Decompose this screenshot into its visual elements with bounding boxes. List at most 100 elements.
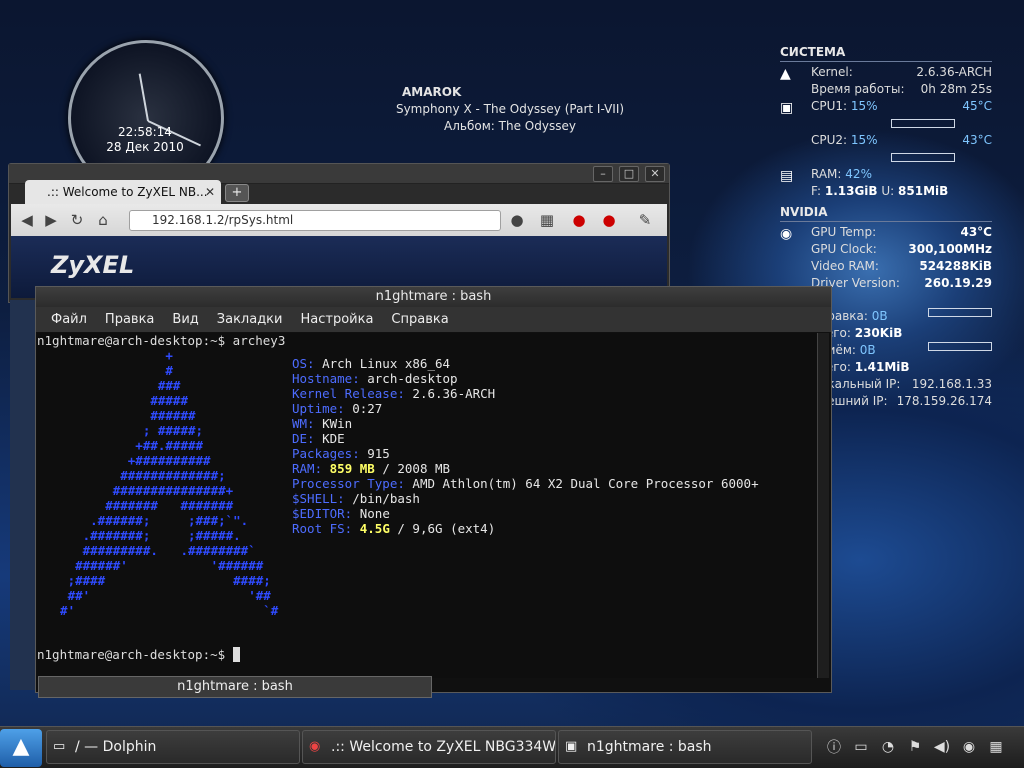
cpu1-temp: 45°C: [962, 99, 992, 113]
addon-icon[interactable]: ▦: [537, 210, 557, 230]
konsole-title: n1ghtmare : bash: [375, 289, 492, 304]
close-button[interactable]: ✕: [645, 166, 665, 182]
ascii-art-line: #: [45, 363, 173, 378]
block-icon[interactable]: ●: [599, 210, 619, 230]
archey-row: DE: KDE: [292, 431, 345, 446]
menu-view[interactable]: Вид: [163, 312, 207, 327]
archey-label: Uptime:: [292, 401, 345, 416]
local-ip-value: 192.168.1.33: [911, 377, 992, 391]
wrench-icon[interactable]: ✎: [635, 210, 655, 230]
menu-settings[interactable]: Настройка: [291, 312, 382, 327]
archey-label: RAM:: [292, 461, 323, 476]
net-down-rate: 0B: [871, 309, 888, 323]
cpu2-percent: 15%: [850, 133, 878, 147]
address-bar[interactable]: 192.168.1.2/rpSys.html: [129, 210, 501, 231]
gpu-temp-label: GPU Temp:: [811, 225, 877, 239]
home-icon[interactable]: ⌂: [93, 210, 113, 230]
cpu-icon: ▣: [780, 100, 794, 116]
system-heading: СИСТЕМА: [780, 44, 992, 62]
archey-value: /bin/bash: [344, 491, 420, 506]
tab-title: .:: Welcome to ZyXEL NB...: [47, 185, 208, 199]
power-icon[interactable]: ◉: [959, 739, 979, 755]
amarok-widget: AMAROK Symphony X - The Odyssey (Part I-…: [380, 84, 640, 135]
keyboard-layout-flag-icon[interactable]: ⚑: [905, 739, 925, 755]
ram-icon: ▤: [780, 168, 794, 184]
ascii-art-line: +##########: [45, 453, 211, 468]
archey-label: Packages:: [292, 446, 360, 461]
kernel-label: Kernel:: [811, 65, 853, 79]
konsole-tabbar: n1ghtmare : bash: [36, 676, 833, 698]
folder-icon: ▭: [53, 739, 66, 754]
arch-logo-icon: ▲: [780, 66, 791, 82]
browser-tab[interactable]: .:: Welcome to ZyXEL NB... ✕: [25, 180, 221, 204]
ascii-art-line: ###: [45, 378, 181, 393]
archey-label: Root FS:: [292, 521, 353, 536]
volume-icon[interactable]: ◀): [932, 739, 952, 755]
task-browser[interactable]: ◉ .:: Welcome to ZyXEL NBG334W E: [302, 730, 556, 764]
uptime-value: 0h 28m 25s: [920, 82, 992, 96]
network-icon[interactable]: ▭: [851, 739, 871, 755]
ascii-art-line: ; #####;: [45, 423, 204, 438]
clock-date: 28 Дек 2010: [106, 140, 184, 154]
archey-row: Root FS: 4.5G / 9,6G (ext4): [292, 521, 495, 536]
amarok-heading: AMAROK: [402, 85, 462, 99]
ascii-art-line: #############;: [45, 468, 226, 483]
info-icon[interactable]: ⓘ: [824, 737, 844, 757]
alert-icon[interactable]: ●: [569, 210, 589, 230]
archey-highlight: 4.5G: [359, 521, 390, 536]
gpu-clock-label: GPU Clock:: [811, 242, 877, 256]
forward-icon[interactable]: ▶: [41, 210, 61, 230]
amarok-album: Альбом: The Odyssey: [444, 119, 576, 133]
menu-edit[interactable]: Правка: [96, 312, 163, 327]
ascii-art-line: ##' '##: [45, 588, 271, 603]
archey-label: Hostname:: [292, 371, 360, 386]
notifications-icon[interactable]: ▦: [986, 739, 1006, 755]
archey-label: $EDITOR:: [292, 506, 353, 521]
maximize-button[interactable]: □: [619, 166, 639, 182]
application-launcher-icon[interactable]: ▲: [0, 729, 42, 767]
tab-close-icon[interactable]: ✕: [205, 180, 215, 204]
terminal-area[interactable]: n1ghtmare@arch-desktop:~$ archey3 + # ##…: [37, 333, 817, 678]
terminal-icon: ▣: [565, 739, 578, 754]
net-down-total: 230KiB: [854, 326, 903, 340]
minimize-button[interactable]: –: [593, 166, 613, 182]
ram-label: RAM:: [811, 167, 842, 181]
gpu-clock-value: 300,100MHz: [908, 242, 992, 256]
menu-help[interactable]: Справка: [382, 312, 457, 327]
cpu2-temp: 43°C: [962, 133, 992, 147]
kernel-value: 2.6.36-ARCH: [916, 65, 992, 79]
clock-hour-hand: [138, 73, 149, 122]
menu-bookmarks[interactable]: Закладки: [208, 312, 292, 327]
konsole-menubar: Файл Правка Вид Закладки Настройка Справ…: [36, 307, 831, 332]
new-tab-button[interactable]: +: [225, 184, 249, 202]
archey-row: Kernel Release: 2.6.36-ARCH: [292, 386, 495, 401]
cpu1-graph: [891, 119, 955, 128]
terminal-scrollbar[interactable]: [817, 333, 829, 678]
archey-value: / 2008 MB: [374, 461, 451, 476]
task-konsole[interactable]: ▣ n1ghtmare : bash: [558, 730, 812, 764]
ext-ip-value: 178.159.26.174: [896, 394, 992, 408]
uptime-label: Время работы:: [811, 82, 905, 96]
archey-row: Uptime: 0:27: [292, 401, 382, 416]
zyxel-logo: ZyXEL: [51, 251, 135, 279]
reload-icon[interactable]: ↻: [67, 210, 87, 230]
used-value: 851MiB: [898, 184, 949, 198]
archey-value: KDE: [314, 431, 345, 446]
archey-row: Packages: 915: [292, 446, 390, 461]
konsole-titlebar: n1ghtmare : bash: [36, 287, 831, 307]
nvidia-heading: NVIDIA: [780, 204, 992, 222]
ascii-art-line: ###############+: [45, 483, 234, 498]
gpu-temp-value: 43°C: [960, 225, 992, 239]
archey-highlight: 859 MB: [329, 461, 375, 476]
archey-value: 2.6.36-ARCH: [404, 386, 496, 401]
archey-value: KWin: [314, 416, 353, 431]
extension-icon[interactable]: ●: [507, 210, 527, 230]
browser-window: – □ ✕ .:: Welcome to ZyXEL NB... ✕ + ◀ ▶…: [8, 163, 670, 303]
konsole-tab[interactable]: n1ghtmare : bash: [38, 676, 432, 698]
archey-value: arch-desktop: [359, 371, 458, 386]
menu-file[interactable]: Файл: [42, 312, 96, 327]
task-dolphin[interactable]: ▭ / — Dolphin: [46, 730, 300, 764]
amarok-track: Symphony X - The Odyssey (Part I-VII): [395, 102, 625, 116]
back-icon[interactable]: ◀: [17, 210, 37, 230]
updates-icon[interactable]: ◔: [878, 739, 898, 755]
